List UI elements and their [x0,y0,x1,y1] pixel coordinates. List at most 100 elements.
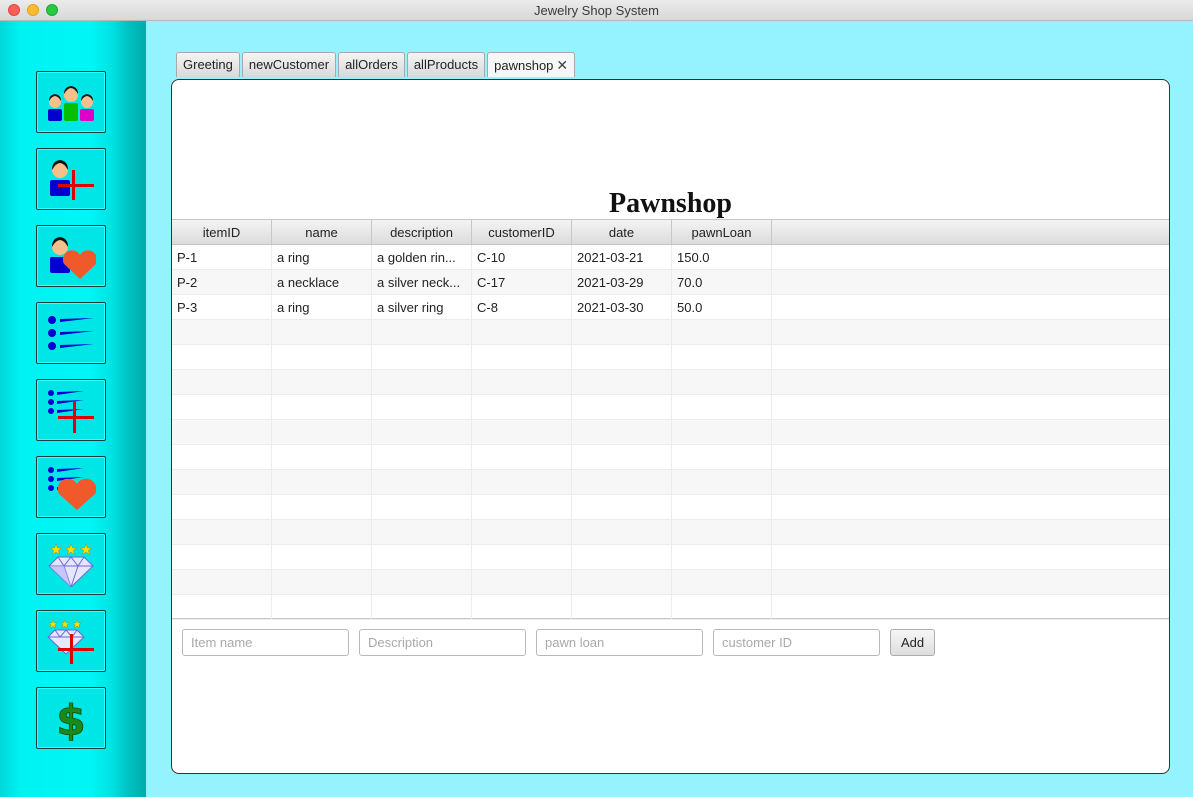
empty-cell [572,345,672,370]
empty-cell [572,595,672,620]
tab-pawnshop[interactable]: pawnshop ✕ [487,52,576,77]
empty-table-row [172,520,1169,545]
column-header-customer-id[interactable]: customerID [472,220,572,244]
empty-cell [172,345,272,370]
empty-cell [772,570,1169,595]
empty-table-row [172,595,1169,620]
sidebar-add-customer-button[interactable] [36,148,106,210]
table-row[interactable]: P-1 a ring a golden rin... C-10 2021-03-… [172,245,1169,270]
pawnshop-table[interactable]: itemID name description customerID date … [172,219,1169,620]
tab-new-customer[interactable]: newCustomer [241,52,337,77]
empty-cell [572,370,672,395]
cell-pawn-loan: 150.0 [672,245,772,270]
cell-name: a necklace [272,270,372,295]
empty-cell [172,320,272,345]
cell-item-id: P-2 [172,270,272,295]
pawn-loan-input[interactable] [536,629,703,656]
description-input[interactable] [359,629,526,656]
sidebar-add-product-button[interactable] [36,610,106,672]
empty-cell [172,470,272,495]
customers-icon [48,86,94,121]
item-name-input[interactable] [182,629,349,656]
empty-cell [272,545,372,570]
empty-cell [172,420,272,445]
empty-cell [672,370,772,395]
tab-label: allOrders [345,57,398,72]
sidebar-finance-button[interactable]: $ [36,687,106,749]
add-product-icon [47,619,94,664]
empty-cell [472,520,572,545]
tab-all-products[interactable]: allProducts [406,52,486,77]
empty-cell [672,545,772,570]
column-header-name[interactable]: name [272,220,372,244]
empty-cell [672,495,772,520]
empty-cell [372,545,472,570]
dollar-icon: $ [56,696,86,742]
tab-all-orders[interactable]: allOrders [338,52,405,77]
tab-label: newCustomer [248,57,330,72]
empty-cell [472,595,572,620]
sidebar-products-button[interactable] [36,533,106,595]
empty-cell [572,320,672,345]
customer-id-input[interactable] [713,629,880,656]
column-header-pawn-loan[interactable]: pawnLoan [672,220,772,244]
orders-list-icon [48,316,94,350]
empty-cell [672,320,772,345]
empty-cell [472,395,572,420]
sidebar-customers-button[interactable] [36,71,106,133]
svg-text:$: $ [56,696,85,741]
empty-cell [772,420,1169,445]
tab-label: pawnshop [494,58,554,73]
empty-cell [772,320,1169,345]
empty-cell [372,595,472,620]
empty-cell [772,520,1169,545]
page-title: Pawnshop [609,188,732,219]
empty-cell [272,345,372,370]
tab-label: Greeting [183,57,233,72]
table-row[interactable]: P-3 a ring a silver ring C-8 2021-03-30 … [172,295,1169,320]
empty-table-row [172,470,1169,495]
tab-greeting[interactable]: Greeting [176,52,240,77]
table-row[interactable]: P-2 a necklace a silver neck... C-17 202… [172,270,1169,295]
empty-cell [772,595,1169,620]
empty-cell [372,470,472,495]
column-header-description[interactable]: description [372,220,472,244]
sidebar-favorite-customer-button[interactable] [36,225,106,287]
empty-cell [672,395,772,420]
empty-cell [572,495,672,520]
empty-cell [772,445,1169,470]
empty-cell [472,345,572,370]
empty-cell [172,395,272,420]
cell-name: a ring [272,245,372,270]
empty-cell [372,495,472,520]
empty-cell [472,570,572,595]
empty-cell [572,520,672,545]
empty-cell [172,570,272,595]
empty-cell [372,570,472,595]
empty-cell [172,495,272,520]
sidebar-orders-button[interactable] [36,302,106,364]
sidebar-add-order-button[interactable] [36,379,106,441]
empty-cell [772,395,1169,420]
empty-cell [272,420,372,445]
empty-cell [472,495,572,520]
sidebar-favorite-orders-button[interactable] [36,456,106,518]
cell-customer-id: C-17 [472,270,572,295]
cell-item-id: P-3 [172,295,272,320]
empty-cell [572,445,672,470]
column-header-date[interactable]: date [572,220,672,244]
column-header-item-id[interactable]: itemID [172,220,272,244]
empty-cell [672,520,772,545]
window-titlebar: Jewelry Shop System [0,0,1193,21]
close-tab-icon[interactable]: ✕ [556,57,568,73]
column-header-filler [772,220,1169,244]
empty-cell [172,520,272,545]
add-pawn-form: Add [182,629,936,656]
empty-cell [472,370,572,395]
empty-table-row [172,320,1169,345]
empty-cell [572,470,672,495]
sidebar: $ [0,21,146,797]
empty-cell [472,545,572,570]
add-button[interactable]: Add [890,629,936,656]
empty-cell [272,370,372,395]
